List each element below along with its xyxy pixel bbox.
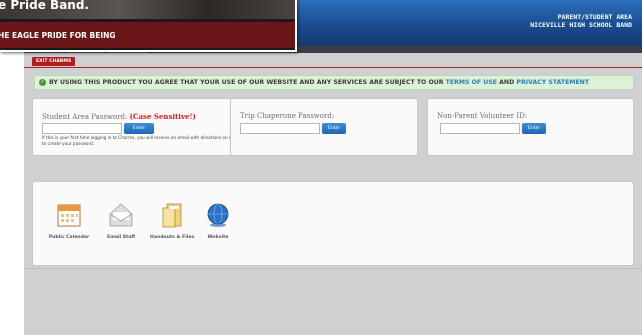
header-title-line2: NICEVILLE HIGH SCHOOL BAND xyxy=(530,21,632,29)
header-title: PARENT/STUDENT AREA NICEVILLE HIGH SCHOO… xyxy=(530,13,632,29)
volunteer-enter-button[interactable]: Enter xyxy=(522,123,546,134)
header-title-line1: PARENT/STUDENT AREA xyxy=(557,13,632,21)
student-password-label: Student Area Password: (Case Sensitive!) xyxy=(42,112,196,121)
website-app[interactable]: Website xyxy=(196,202,240,240)
first-login-note: If this is your first time logging in to… xyxy=(42,135,238,146)
student-password-input[interactable] xyxy=(42,123,122,134)
popup-tagline: HE EAGLE PRIDE FOR BEING xyxy=(0,31,116,40)
globe-icon xyxy=(207,203,229,227)
envelope-icon xyxy=(109,203,133,227)
student-password-label-text: Student Area Password: xyxy=(42,113,128,121)
calendar-icon xyxy=(57,204,81,227)
notice-text: BY USING THIS PRODUCT YOU AGREE THAT YOU… xyxy=(49,79,446,86)
chaperone-login-panel: Trip Chaperone Password: Enter xyxy=(230,98,418,156)
apps-panel: Public Calendar Email Staff Handouts & F… xyxy=(32,181,634,266)
popup-heading: e Pride Band. xyxy=(0,0,89,12)
exit-charms-button[interactable]: EXIT CHARMS xyxy=(32,57,76,66)
student-enter-button[interactable]: Enter xyxy=(124,123,154,134)
volunteer-id-label: Non-Parent Volunteer ID: xyxy=(437,112,528,120)
volunteer-id-input[interactable] xyxy=(440,123,520,134)
footer-divider xyxy=(24,268,642,269)
app-label: Website xyxy=(207,235,229,240)
app-label: Public Calendar xyxy=(48,235,90,240)
terms-of-use-link[interactable]: TERMS OF USE xyxy=(446,79,497,86)
notice-and: AND xyxy=(496,79,517,86)
privacy-statement-link[interactable]: PRIVACY STATEMENT xyxy=(516,79,589,86)
check-icon: ✓ xyxy=(39,79,46,86)
chaperone-password-input[interactable] xyxy=(240,123,320,134)
email-staff-app[interactable]: Email Staff xyxy=(99,202,143,240)
app-label: Email Staff xyxy=(106,235,136,240)
divider xyxy=(24,67,642,68)
volunteer-login-panel: Non-Parent Volunteer ID: Enter xyxy=(427,98,634,156)
case-sensitive-note: (Case Sensitive!) xyxy=(129,112,196,121)
chaperone-password-label: Trip Chaperone Password: xyxy=(240,112,335,120)
public-calendar-app[interactable]: Public Calendar xyxy=(47,202,91,240)
app-label: Handouts & Files xyxy=(150,235,195,240)
chaperone-enter-button[interactable]: Enter xyxy=(322,123,346,134)
handouts-files-app[interactable]: Handouts & Files xyxy=(150,202,194,240)
student-login-panel: Student Area Password: (Case Sensitive!)… xyxy=(32,98,247,156)
terms-notice: ✓ BY USING THIS PRODUCT YOU AGREE THAT Y… xyxy=(34,75,634,90)
band-website-popup[interactable]: e Pride Band. HE EAGLE PRIDE FOR BEING xyxy=(0,0,297,52)
folder-icon xyxy=(162,203,182,228)
